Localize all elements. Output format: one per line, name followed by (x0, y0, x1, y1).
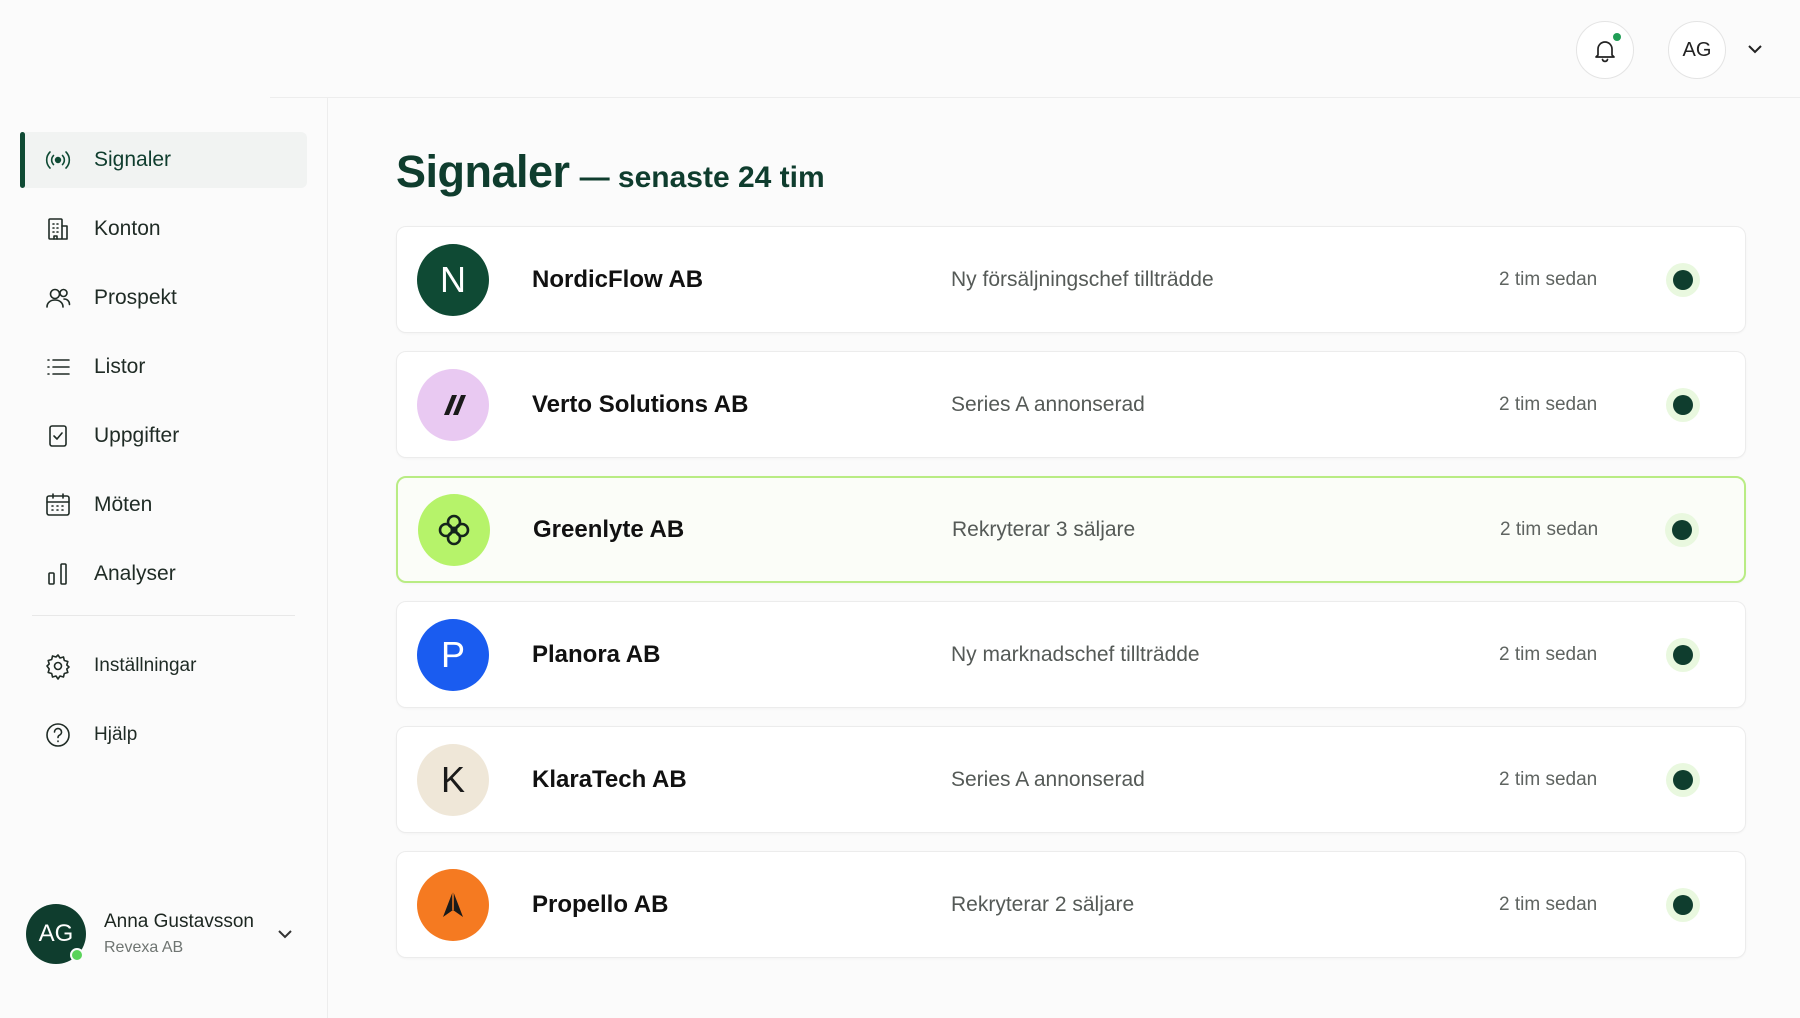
account-avatar-button[interactable]: AG (1668, 21, 1726, 79)
sidebar-item-label: Listor (94, 355, 146, 378)
main-content: Signaler — senaste 24 tim N NordicFlow A… (396, 98, 1746, 976)
chevron-down-icon[interactable] (274, 923, 296, 945)
avatar-initials: AG (38, 920, 74, 947)
sidebar-item-label: Signaler (94, 148, 172, 171)
logo-letter: K (440, 758, 465, 800)
status-indicator (1673, 394, 1693, 415)
unread-indicator (1613, 33, 1621, 41)
company-logo: N (417, 243, 489, 316)
sidebar-item-label: Analyser (94, 562, 176, 585)
logo-letter: N (440, 258, 466, 300)
help-circle-icon (44, 721, 72, 749)
signal-time: 2 tim sedan (1499, 268, 1598, 290)
company-name: Greenlyte AB (533, 515, 685, 543)
page-subtitle: — senaste 24 tim (579, 161, 825, 194)
gear-icon (44, 652, 72, 680)
status-indicator (1673, 269, 1693, 290)
company-logo: K (417, 743, 489, 816)
sidebar-item-listor[interactable]: Listor (20, 339, 307, 395)
top-bar: AG (270, 0, 1800, 98)
sidebar-item-prospekt[interactable]: Prospekt (20, 270, 307, 326)
sidebar-item-label: Inställningar (94, 655, 197, 676)
app-root: Signaler Konton Prospekt Listor Uppgifte… (0, 0, 1800, 1018)
company-name: NordicFlow AB (532, 265, 704, 293)
primary-nav: Signaler Konton Prospekt Listor Uppgifte… (0, 132, 327, 602)
signal-event: Rekryterar 3 säljare (952, 517, 1136, 541)
sidebar-item-installningar[interactable]: Inställningar (20, 638, 307, 694)
company-name: Verto Solutions AB (532, 390, 749, 418)
checkbox-icon (44, 422, 72, 450)
sidebar-item-label: Möten (94, 493, 153, 516)
company-name: Propello AB (532, 890, 669, 918)
list-icon (44, 353, 72, 381)
signal-row-selected[interactable]: Greenlyte AB Rekryterar 3 säljare 2 tim … (396, 476, 1746, 583)
page-title: Signaler — senaste 24 tim (396, 146, 1746, 206)
company-name: Planora AB (532, 640, 661, 668)
signal-event: Series A annonserad (951, 767, 1145, 791)
sidebar-item-moten[interactable]: Möten (20, 477, 307, 533)
signal-row[interactable]: P Planora AB Ny marknadschef tillträdde … (396, 601, 1746, 708)
signal-row[interactable]: Verto Solutions AB Series A annonserad 2… (396, 351, 1746, 458)
signal-event: Series A annonserad (951, 392, 1145, 416)
calendar-icon (44, 491, 72, 519)
page-title-main: Signaler (396, 146, 570, 197)
sidebar-item-label: Konton (94, 217, 161, 240)
signal-event: Ny marknadschef tillträdde (951, 642, 1200, 666)
signal-time: 2 tim sedan (1499, 393, 1598, 415)
secondary-nav: Inställningar Hjälp (0, 638, 327, 763)
slash-mark-icon (432, 384, 474, 426)
sidebar-item-uppgifter[interactable]: Uppgifter (20, 408, 307, 464)
sidebar-item-label: Uppgifter (94, 424, 180, 447)
building-icon (44, 215, 72, 243)
sidebar-item-signaler[interactable]: Signaler (20, 132, 307, 188)
signal-list: N NordicFlow AB Ny försäljningschef till… (396, 226, 1746, 958)
online-status-indicator (70, 948, 84, 962)
signal-time: 2 tim sedan (1500, 518, 1599, 540)
chevron-down-icon[interactable] (1744, 38, 1766, 60)
company-logo (418, 493, 490, 566)
status-indicator (1673, 769, 1693, 790)
sidebar-item-analyser[interactable]: Analyser (20, 546, 307, 602)
bar-chart-icon (44, 560, 72, 588)
logo-letter: P (440, 633, 465, 675)
user-menu[interactable]: AG Anna Gustavsson Revexa AB (26, 902, 296, 966)
nav-divider (32, 615, 295, 616)
status-indicator (1673, 894, 1693, 915)
signal-event: Ny försäljningschef tillträdde (951, 267, 1214, 291)
sidebar-item-konton[interactable]: Konton (20, 201, 307, 257)
signal-time: 2 tim sedan (1499, 643, 1598, 665)
signal-time: 2 tim sedan (1499, 893, 1598, 915)
sidebar-item-label: Prospekt (94, 286, 177, 309)
company-logo (417, 868, 489, 941)
signal-event: Rekryterar 2 säljare (951, 892, 1135, 916)
signal-time: 2 tim sedan (1499, 768, 1598, 790)
company-name: KlaraTech AB (532, 765, 687, 793)
signal-row[interactable]: N NordicFlow AB Ny försäljningschef till… (396, 226, 1746, 333)
broadcast-icon (44, 146, 72, 174)
status-indicator (1672, 519, 1692, 540)
avatar: AG (26, 904, 86, 964)
sidebar: Signaler Konton Prospekt Listor Uppgifte… (0, 0, 328, 1018)
sidebar-item-hjalp[interactable]: Hjälp (20, 707, 307, 763)
user-org: Revexa AB (104, 939, 184, 956)
arrow-mark-icon (432, 884, 474, 926)
notifications-button[interactable] (1576, 21, 1634, 79)
clover-icon (433, 509, 475, 551)
company-logo (417, 368, 489, 441)
sidebar-item-label: Hjälp (94, 724, 138, 745)
user-name: Anna Gustavsson (104, 911, 254, 932)
company-logo: P (417, 618, 489, 691)
users-icon (44, 284, 72, 312)
status-indicator (1673, 644, 1693, 665)
signal-row[interactable]: Propello AB Rekryterar 2 säljare 2 tim s… (396, 851, 1746, 958)
user-info: Anna Gustavsson Revexa AB (104, 911, 274, 957)
signal-row[interactable]: K KlaraTech AB Series A annonserad 2 tim… (396, 726, 1746, 833)
